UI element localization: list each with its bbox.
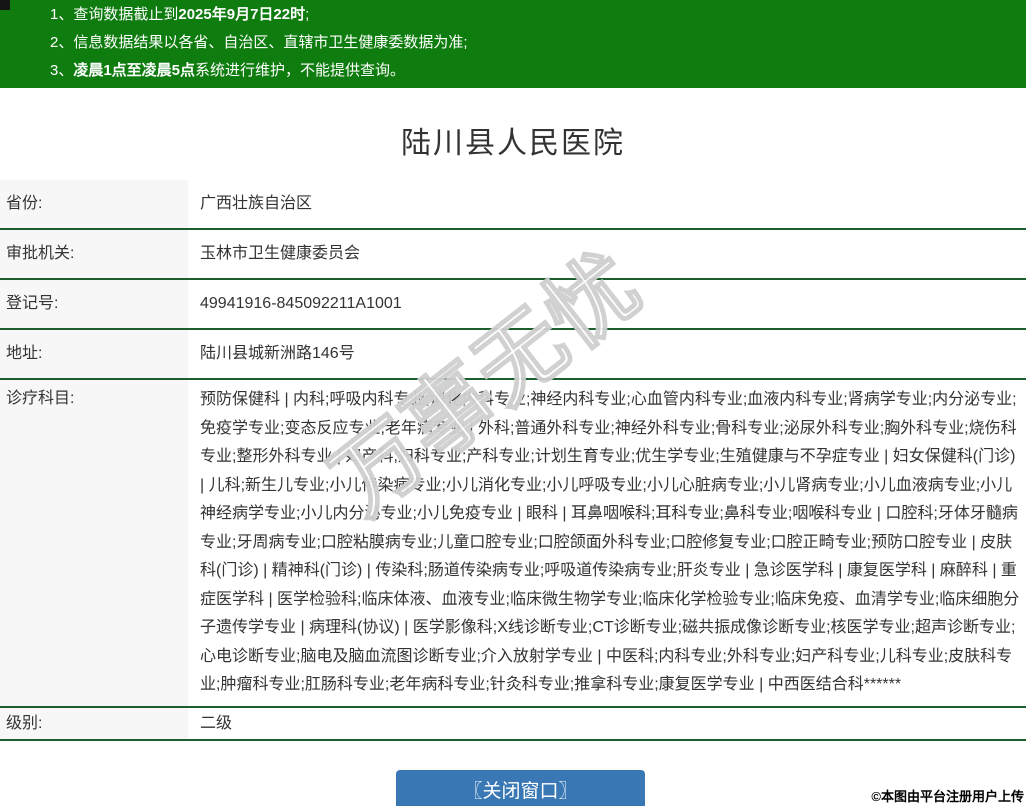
table-row-address: 地址: 陆川县城新洲路146号 (0, 330, 1026, 380)
table-row-medical-subjects: 诊疗科目: 预防保健科 | 内科;呼吸内科专业;消化内科专业;神经内科专业;心血… (0, 380, 1026, 708)
table-row-level: 级别: 二级 (0, 707, 1026, 741)
notice-line-1-text: 查询数据截止到 (73, 6, 179, 23)
notice-line-3-bold: 凌晨1点至凌晨5点 (73, 62, 196, 79)
upload-copyright-note: ©本图由平台注册用户上传 (871, 789, 1024, 804)
notice-line-2-text: 信息数据结果以各省、自治区、直辖市卫生健康委数据为准; (73, 34, 468, 51)
table-row-province: 省份: 广西壮族自治区 (0, 180, 1026, 230)
hospital-info-page: 1、查询数据截止到2025年9月7日22时; 2、信息数据结果以各省、自治区、直… (0, 0, 1026, 806)
page-title: 陆川县人民医院 (401, 127, 625, 160)
notice-line-2-number: 2、 (50, 34, 74, 51)
screenshot-corner-artifact (0, 0, 10, 10)
field-value: 预防保健科 | 内科;呼吸内科专业;消化内科专业;神经内科专业;心血管内科专业;… (188, 380, 1026, 706)
notice-line-3-tail: 系统进行维护，不能提供查询。 (195, 62, 406, 79)
field-value: 49941916-845092211A1001 (188, 280, 1026, 328)
notice-banner: 1、查询数据截止到2025年9月7日22时; 2、信息数据结果以各省、自治区、直… (0, 0, 1026, 88)
notice-line-3: 3、凌晨1点至凌晨5点系统进行维护，不能提供查询。 (50, 57, 1026, 85)
info-table: 省份: 广西壮族自治区 审批机关: 玉林市卫生健康委员会 登记号: 499419… (0, 180, 1026, 741)
notice-line-1: 1、查询数据截止到2025年9月7日22时; (50, 1, 1026, 29)
close-window-button[interactable]: 〖关闭窗口〗 (396, 770, 645, 806)
table-row-registration-number: 登记号: 49941916-845092211A1001 (0, 280, 1026, 330)
field-label: 级别: (0, 707, 188, 739)
field-label: 地址: (0, 330, 188, 378)
field-label: 审批机关: (0, 230, 188, 278)
field-value: 玉林市卫生健康委员会 (188, 230, 1026, 278)
notice-line-2: 2、信息数据结果以各省、自治区、直辖市卫生健康委数据为准; (50, 29, 1026, 57)
notice-line-1-bold: 2025年9月7日22时 (178, 6, 306, 23)
field-label: 省份: (0, 180, 188, 228)
notice-line-1-number: 1、 (50, 6, 74, 23)
field-value: 陆川县城新洲路146号 (188, 330, 1026, 378)
notice-line-1-tail: ; (305, 6, 310, 23)
field-label: 登记号: (0, 280, 188, 328)
field-label: 诊疗科目: (0, 380, 188, 706)
field-value: 二级 (188, 707, 1026, 739)
table-row-approval-authority: 审批机关: 玉林市卫生健康委员会 (0, 230, 1026, 280)
field-value: 广西壮族自治区 (188, 180, 1026, 228)
notice-line-3-number: 3、 (50, 62, 74, 79)
